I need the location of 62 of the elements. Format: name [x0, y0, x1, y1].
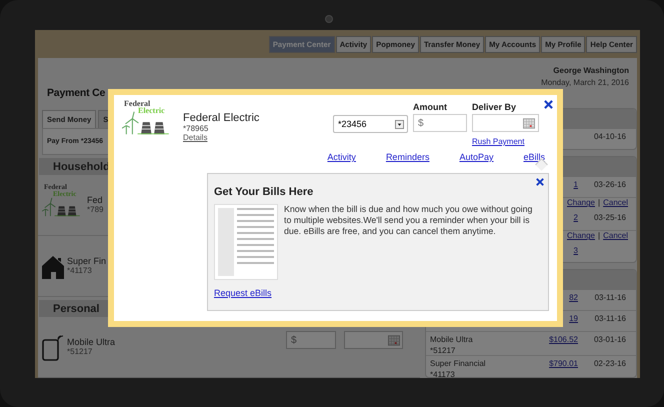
camera-dot	[325, 15, 333, 23]
date-field[interactable]	[344, 331, 403, 350]
user-name: George Washington	[553, 66, 629, 75]
amount-link[interactable]: 3	[574, 246, 578, 256]
section-title: Personal	[53, 302, 100, 315]
account-select[interactable]: *23456	[333, 115, 408, 133]
page-title: Payment Ce	[47, 87, 106, 101]
payment-date: 02-23-16	[594, 358, 626, 368]
amount-field[interactable]: $	[286, 331, 336, 350]
dialog-link[interactable]: eBills	[523, 152, 545, 162]
action-link[interactable]: Change	[566, 231, 596, 240]
amount-link[interactable]: $790.01	[549, 358, 578, 368]
payee-account: *789	[87, 205, 104, 214]
close-icon[interactable]	[544, 100, 553, 109]
date-field[interactable]	[472, 114, 539, 132]
payee-account: *51217	[430, 346, 456, 355]
calendar-icon[interactable]	[523, 118, 535, 128]
payee-account: *41173	[430, 370, 456, 377]
amount-link[interactable]: 2	[574, 213, 578, 222]
logo-text: Federal	[124, 99, 150, 108]
section-title: Household	[53, 160, 110, 173]
payment-date: 04-10-16	[594, 132, 626, 142]
payee-name: Fed	[87, 195, 104, 206]
payee-name: Super Financial	[430, 358, 487, 368]
payee-account: *78965	[183, 124, 210, 133]
deliver-by-label: Deliver By	[472, 102, 518, 112]
house-icon	[42, 254, 64, 280]
action-link[interactable]: Change	[566, 198, 596, 208]
details-link[interactable]: Details	[183, 133, 333, 142]
payment-date: 03-26-16	[594, 180, 626, 190]
amount-link[interactable]: 82	[569, 292, 578, 302]
separator-text: |	[598, 198, 600, 208]
separator-text: |	[598, 231, 600, 240]
payee-name: Mobile Ultra	[430, 334, 474, 344]
dialog-link[interactable]: Activity	[327, 152, 356, 162]
payment-date: 03-11-16	[594, 314, 626, 323]
amount-label: Amount	[413, 102, 448, 112]
logo-text: Electric	[138, 106, 165, 115]
amount-field[interactable]: $	[413, 114, 467, 132]
payee-name: Super Fin	[67, 256, 108, 266]
calendar-icon[interactable]	[388, 334, 400, 346]
payee-account: *41173	[67, 266, 93, 276]
mobile-phone-icon	[42, 335, 64, 362]
rush-payment-link[interactable]: Rush Payment	[472, 137, 539, 146]
payment-date: 03-25-16	[594, 213, 626, 222]
dialog-link[interactable]: Reminders	[386, 152, 430, 162]
payment-date: 03-01-16	[594, 334, 626, 344]
close-icon[interactable]	[536, 178, 544, 186]
dialog-link[interactable]: AutoPay	[459, 152, 494, 162]
payment-date: 03-11-16	[594, 292, 626, 302]
ebills-description: Know when the bill is due and how much you owe without going to multiple websites.We'll send you a reminder when your bill is due. eBills are free, and you can cancel them anytime.	[284, 204, 534, 238]
action-link[interactable]: Cancel	[603, 231, 628, 240]
action-link[interactable]: Cancel	[603, 198, 628, 208]
ebills-title: Get Your Bills Here	[214, 186, 314, 198]
payee-account: *51217	[67, 347, 94, 356]
payee-name: Mobile Ultra	[67, 337, 116, 348]
payee-name: Federal Electric	[183, 112, 260, 124]
amount-link[interactable]: 1	[574, 180, 578, 190]
current-date: Monday, March 21, 2016	[541, 78, 629, 87]
request-ebills-link[interactable]: Request eBills	[214, 288, 272, 298]
amount-link[interactable]: $106.52	[549, 334, 578, 344]
amount-link[interactable]: 19	[569, 314, 578, 323]
